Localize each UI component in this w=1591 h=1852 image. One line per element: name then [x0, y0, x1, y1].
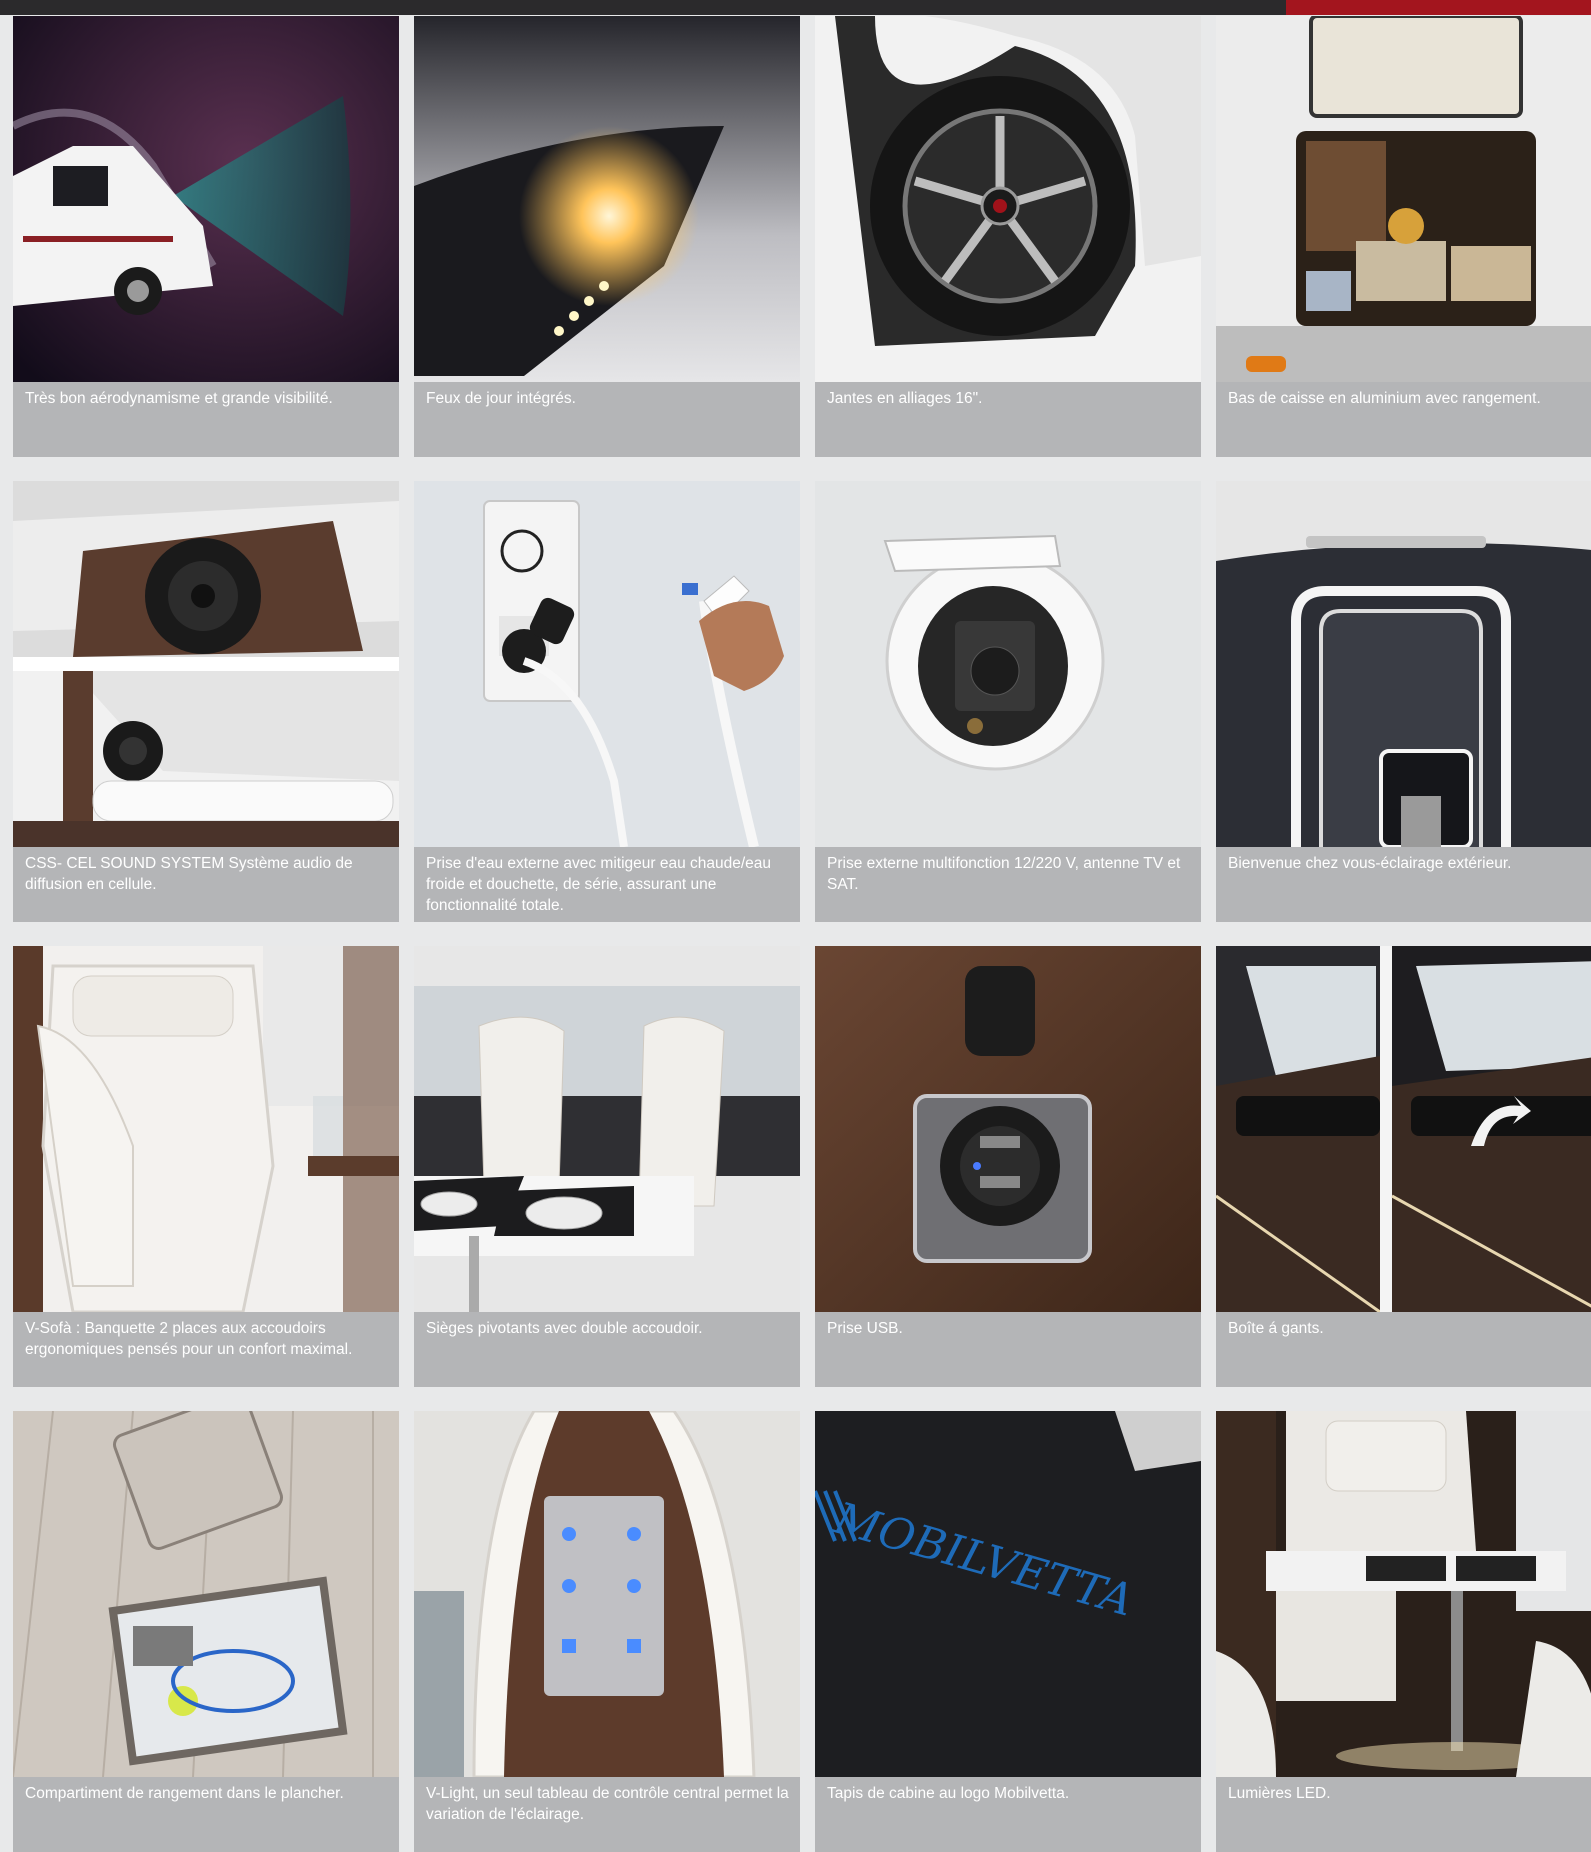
photo-water-outlet	[414, 481, 800, 847]
top-bar	[0, 0, 1591, 15]
feature-card-v-light: V-Light, un seul tableau de contrôle cen…	[414, 1411, 800, 1852]
caption-multifunction-socket: Prise externe multifonction 12/220 V, an…	[815, 847, 1201, 922]
caption-daytime-lights: Feux de jour intégrés.	[414, 382, 800, 457]
photo-v-light	[414, 1411, 800, 1777]
photo-cabin-carpet: MOBILVETTA	[815, 1411, 1201, 1777]
feature-card-usb: Prise USB.	[815, 946, 1201, 1387]
caption-water-outlet: Prise d'eau externe avec mitigeur eau ch…	[414, 847, 800, 922]
feature-card-cabin-carpet: MOBILVETTA Tapis de cabine au logo Mobil…	[815, 1411, 1201, 1852]
photo-aerodynamics	[13, 16, 399, 382]
caption-exterior-lighting: Bienvenue chez vous-éclairage extérieur.	[1216, 847, 1591, 922]
photo-glove-box	[1216, 946, 1591, 1312]
caption-v-sofa: V-Sofà : Banquette 2 places aux accoudoi…	[13, 1312, 399, 1387]
photo-usb	[815, 946, 1201, 1312]
caption-v-light: V-Light, un seul tableau de contrôle cen…	[414, 1777, 800, 1852]
caption-sound-system: CSS- CEL SOUND SYSTEM Système audio de d…	[13, 847, 399, 922]
feature-card-sound-system: CSS- CEL SOUND SYSTEM Système audio de d…	[13, 481, 399, 922]
feature-card-swivel-seats: Sièges pivotants avec double accoudoir.	[414, 946, 800, 1387]
photo-led-lights	[1216, 1411, 1591, 1777]
feature-card-daytime-lights: Feux de jour intégrés.	[414, 16, 800, 457]
photo-exterior-lighting	[1216, 481, 1591, 847]
top-bar-accent	[1286, 0, 1591, 15]
caption-swivel-seats: Sièges pivotants avec double accoudoir.	[414, 1312, 800, 1387]
caption-cabin-carpet: Tapis de cabine au logo Mobilvetta.	[815, 1777, 1201, 1852]
photo-v-sofa	[13, 946, 399, 1312]
caption-glove-box: Boîte á gants.	[1216, 1312, 1591, 1387]
feature-card-water-outlet: Prise d'eau externe avec mitigeur eau ch…	[414, 481, 800, 922]
photo-floor-storage	[13, 1411, 399, 1777]
photo-swivel-seats	[414, 946, 800, 1312]
caption-usb: Prise USB.	[815, 1312, 1201, 1387]
photo-alloy-wheels	[815, 16, 1201, 382]
feature-card-glove-box: Boîte á gants.	[1216, 946, 1591, 1387]
photo-multifunction-socket	[815, 481, 1201, 847]
photo-side-storage	[1216, 16, 1591, 382]
feature-card-multifunction-socket: Prise externe multifonction 12/220 V, an…	[815, 481, 1201, 922]
photo-daytime-lights	[414, 16, 800, 382]
feature-card-floor-storage: Compartiment de rangement dans le planch…	[13, 1411, 399, 1852]
feature-grid: Très bon aérodynamisme et grande visibil…	[13, 16, 1591, 1852]
caption-side-storage: Bas de caisse en aluminium avec rangemen…	[1216, 382, 1591, 457]
photo-sound-system	[13, 481, 399, 847]
feature-card-side-storage: Bas de caisse en aluminium avec rangemen…	[1216, 16, 1591, 457]
feature-card-led-lights: Lumières LED.	[1216, 1411, 1591, 1852]
caption-led-lights: Lumières LED.	[1216, 1777, 1591, 1852]
feature-card-aerodynamics: Très bon aérodynamisme et grande visibil…	[13, 16, 399, 457]
caption-alloy-wheels: Jantes en alliages 16".	[815, 382, 1201, 457]
caption-floor-storage: Compartiment de rangement dans le planch…	[13, 1777, 399, 1852]
feature-card-exterior-lighting: Bienvenue chez vous-éclairage extérieur.	[1216, 481, 1591, 922]
feature-card-alloy-wheels: Jantes en alliages 16".	[815, 16, 1201, 457]
caption-aerodynamics: Très bon aérodynamisme et grande visibil…	[13, 382, 399, 457]
feature-card-v-sofa: V-Sofà : Banquette 2 places aux accoudoi…	[13, 946, 399, 1387]
